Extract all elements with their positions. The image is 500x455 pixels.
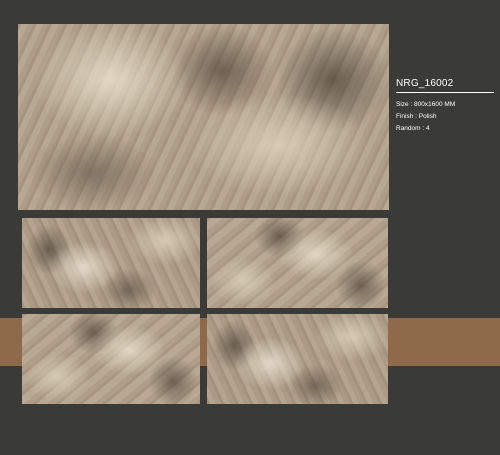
product-info: NRG_16002 Size : 800x1600 MM Finish : Po…: [396, 78, 494, 135]
tile-variant-1: [22, 218, 200, 308]
tile-variant-3: [22, 314, 200, 404]
main-tile-image: [18, 24, 389, 210]
tile-variant-2: [207, 218, 388, 308]
product-size: Size : 800x1600 MM: [396, 101, 456, 108]
product-random: Random : 4: [396, 125, 430, 132]
product-finish: Finish : Polish: [396, 113, 437, 120]
tile-variant-4: [207, 314, 388, 404]
product-code: NRG_16002: [396, 78, 494, 93]
